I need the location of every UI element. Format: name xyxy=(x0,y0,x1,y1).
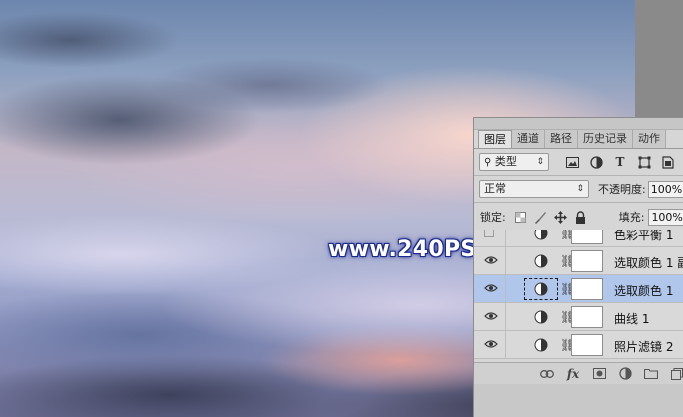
layers-panel: 图层 通道 路径 历史记录 动作 ⚲ 类型 ⇕ T 正常 ⇕ 不透明度: 100… xyxy=(473,117,683,417)
panel-tabs: 图层 通道 路径 历史记录 动作 xyxy=(478,130,666,149)
layer-mask-thumbnail[interactable] xyxy=(571,306,603,328)
new-adjustment-icon[interactable] xyxy=(617,366,633,382)
layer-mask-thumbnail[interactable] xyxy=(571,250,603,272)
tab-divider xyxy=(474,148,683,149)
chevron-updown-icon: ⇕ xyxy=(536,157,544,167)
layer-name[interactable]: 照片滤镜 2 xyxy=(614,338,673,355)
shape-filter-icon[interactable] xyxy=(637,155,651,169)
eye-icon[interactable] xyxy=(484,283,498,295)
image-filter-icon[interactable] xyxy=(565,155,579,169)
layer-row[interactable]: ⛓ 色彩平衡 1 xyxy=(474,230,683,247)
smart-object-filter-icon[interactable] xyxy=(661,155,675,169)
eye-icon[interactable] xyxy=(484,255,498,267)
adjustment-layer-icon xyxy=(534,254,548,268)
panel-title-bar[interactable] xyxy=(474,118,683,130)
layer-row[interactable]: ⛓ 曲线 1 xyxy=(474,303,683,331)
tab-history[interactable]: 历史记录 xyxy=(578,130,633,149)
layer-mask-thumbnail[interactable] xyxy=(571,278,603,300)
lock-all-icon[interactable] xyxy=(574,210,587,224)
link-layers-icon[interactable] xyxy=(539,366,555,382)
filter-kind-select[interactable]: ⚲ 类型 ⇕ xyxy=(479,153,549,171)
tab-actions[interactable]: 动作 xyxy=(633,130,666,149)
layer-name[interactable]: 选取颜色 1 副本 xyxy=(614,254,683,271)
adjustment-filter-icon[interactable] xyxy=(589,155,603,169)
lock-position-icon[interactable] xyxy=(553,210,567,224)
column-divider xyxy=(505,275,506,302)
layer-name[interactable]: 色彩平衡 1 xyxy=(614,230,673,243)
blend-mode-value: 正常 xyxy=(484,182,506,195)
lock-row: 锁定: 填充: 100% xyxy=(474,206,683,228)
blend-mode-select[interactable]: 正常 ⇕ xyxy=(479,180,589,198)
adjustment-layer-icon xyxy=(534,310,548,324)
visibility-toggle-off[interactable] xyxy=(484,230,494,237)
eye-icon[interactable] xyxy=(484,339,498,351)
layer-row-selected[interactable]: ⛓ 选取颜色 1 xyxy=(474,275,683,303)
filter-kind-label: 类型 xyxy=(494,155,517,168)
column-divider xyxy=(505,230,506,246)
opacity-input[interactable]: 100% xyxy=(647,180,683,198)
opacity-label: 不透明度: xyxy=(598,183,646,196)
column-divider xyxy=(505,247,506,274)
filter-row: ⚲ 类型 ⇕ T xyxy=(474,151,683,173)
tab-layers[interactable]: 图层 xyxy=(478,130,512,149)
fill-input[interactable]: 100% xyxy=(648,208,683,226)
search-icon: ⚲ xyxy=(484,157,492,168)
lock-image-pixels-icon[interactable] xyxy=(534,211,547,224)
tab-paths[interactable]: 路径 xyxy=(545,130,578,149)
lock-transparent-pixels-icon[interactable] xyxy=(514,211,527,224)
fill-label: 填充: xyxy=(618,211,645,224)
type-filter-icon[interactable]: T xyxy=(613,155,627,169)
panel-empty-area xyxy=(474,384,683,417)
layer-mask-thumbnail[interactable] xyxy=(571,334,603,356)
chevron-updown-icon: ⇕ xyxy=(576,184,584,194)
column-divider xyxy=(505,331,506,358)
layer-name[interactable]: 选取颜色 1 xyxy=(614,282,673,299)
add-mask-icon[interactable] xyxy=(591,366,607,382)
layer-mask-thumbnail[interactable] xyxy=(571,230,603,244)
eye-icon[interactable] xyxy=(484,311,498,323)
column-divider xyxy=(505,303,506,330)
adjustment-layer-icon xyxy=(534,338,548,352)
layer-row[interactable]: ⛓ 选取颜色 1 副本 xyxy=(474,247,683,275)
tab-channels[interactable]: 通道 xyxy=(512,130,545,149)
layers-list: ⛓ 色彩平衡 1 ⛓ 选取颜色 1 副本 xyxy=(474,230,683,361)
layer-name[interactable]: 曲线 1 xyxy=(614,310,649,327)
layers-panel-footer: fx xyxy=(474,362,683,384)
divider-1 xyxy=(474,175,683,176)
divider-2 xyxy=(474,202,683,203)
adjustment-layer-icon xyxy=(534,282,548,296)
layer-row[interactable]: ⛓ 照片滤镜 2 xyxy=(474,331,683,359)
lock-label: 锁定: xyxy=(480,211,506,224)
fx-icon[interactable]: fx xyxy=(565,366,581,382)
new-group-icon[interactable] xyxy=(643,366,659,382)
new-layer-icon[interactable] xyxy=(669,366,683,382)
adjustment-layer-icon xyxy=(534,230,548,240)
blend-row: 正常 ⇕ 不透明度: 100% xyxy=(474,178,683,200)
